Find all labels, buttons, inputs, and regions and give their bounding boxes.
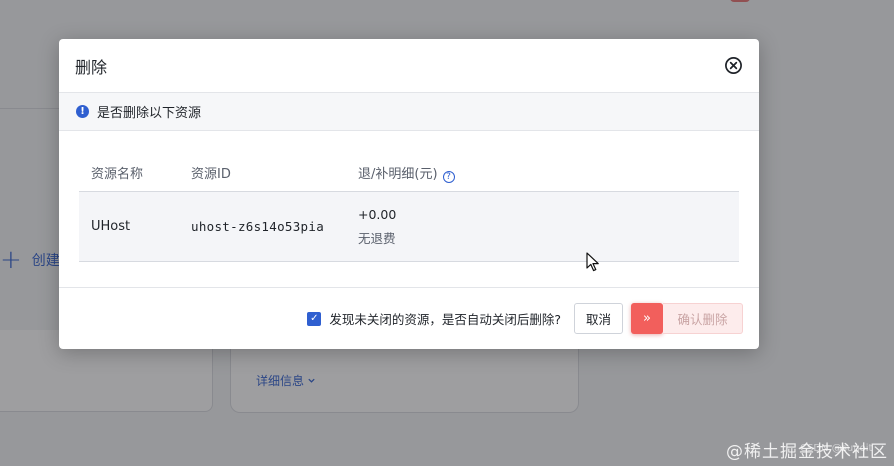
checkbox-label: 发现未关闭的资源，是否自动关闭后删除? <box>329 312 561 327</box>
close-icon[interactable] <box>724 56 743 75</box>
dialog-title: 删除 <box>75 57 108 77</box>
watermark-sub: CSDN @sunoit <box>800 443 873 454</box>
table-header: 资源名称 资源ID 退/补明细(元)? <box>79 154 739 192</box>
alert-text: 是否删除以下资源 <box>97 106 202 121</box>
cell-name: UHost <box>91 219 131 234</box>
header-refund: 退/补明细(元)? <box>358 163 739 183</box>
info-icon: ! <box>76 105 89 118</box>
checkbox-checked-icon[interactable]: ✓ <box>307 311 322 326</box>
cancel-button[interactable]: 取消 <box>573 303 623 334</box>
confirm-delete-button[interactable]: 确认删除 <box>663 303 743 334</box>
question-icon[interactable]: ? <box>442 170 455 183</box>
slider-handle[interactable]: » <box>631 303 663 334</box>
delete-dialog: 删除 ! 是否删除以下资源 资源名称 资源ID 退/补明细(元)? UHost … <box>59 39 759 349</box>
refund-note: 无退费 <box>358 230 396 246</box>
slide-to-confirm[interactable]: » 确认删除 <box>631 303 743 334</box>
header-id: 资源ID <box>191 167 231 182</box>
cell-refund: +0.00 无退费 <box>358 207 739 247</box>
header-refund-label: 退/补明细(元) <box>358 166 438 182</box>
dialog-header: 删除 <box>59 39 759 92</box>
mouse-cursor-icon <box>586 252 599 272</box>
table-row: UHost uhost-z6s14o53pia +0.00 无退费 <box>79 192 739 262</box>
dialog-footer: ✓ 发现未关闭的资源，是否自动关闭后删除? 取消 » 确认删除 <box>59 287 759 349</box>
info-alert: ! 是否删除以下资源 <box>59 92 759 131</box>
cell-id: uhost-z6s14o53pia <box>191 219 325 234</box>
resource-table: 资源名称 资源ID 退/补明细(元)? UHost uhost-z6s14o53… <box>79 154 739 262</box>
refund-amount: +0.00 <box>358 206 397 222</box>
header-name: 资源名称 <box>91 167 144 182</box>
auto-close-checkbox[interactable]: ✓ 发现未关闭的资源，是否自动关闭后删除? <box>307 309 561 328</box>
